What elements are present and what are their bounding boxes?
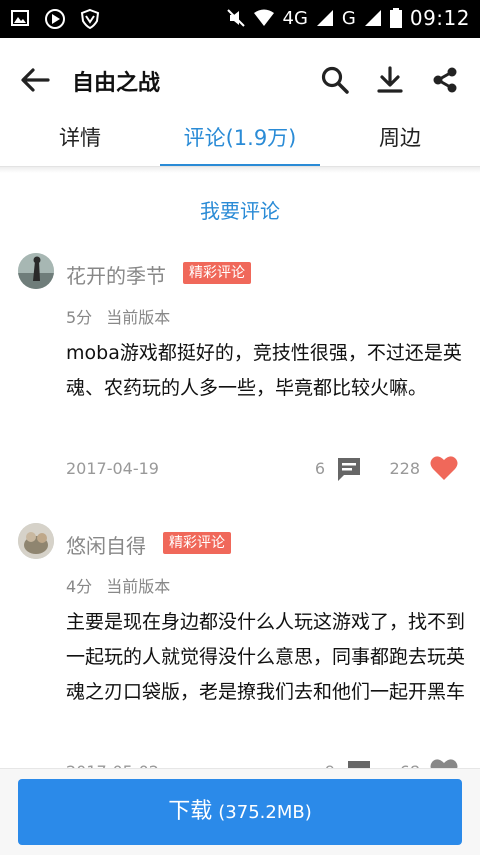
shield-notification-icon [80, 8, 100, 30]
back-arrow-icon[interactable] [18, 65, 52, 95]
download-size: (375.2MB) [218, 802, 312, 823]
play-store-notification-icon [45, 9, 65, 29]
featured-comment-badge: 精彩评论 [163, 532, 231, 554]
download-button[interactable]: 下载 (375.2MB) [18, 779, 462, 845]
tab-related[interactable]: 周边 [320, 120, 480, 168]
featured-comment-badge: 精彩评论 [183, 262, 251, 284]
signal-icon [316, 10, 333, 26]
app-bar: 自由之战 [0, 38, 480, 120]
username[interactable]: 花开的季节 [66, 260, 166, 289]
comment-meta: 4分 当前版本 [66, 573, 170, 597]
avatar-image [18, 523, 54, 559]
version-label: 当前版本 [106, 308, 171, 327]
wifi-icon [253, 9, 274, 26]
network-type: 4G [282, 7, 308, 29]
search-icon[interactable] [320, 65, 350, 95]
rating-score: 5分 [66, 308, 93, 327]
comment-meta: 5分 当前版本 [66, 304, 170, 328]
status-bar: 4G G 09:12 [0, 0, 480, 38]
clock: 09:12 [409, 6, 470, 30]
comment-text: 主要是现在身边都没什么人玩这游戏了，找不到一起玩的人就觉得没什么意思，同事都跑去… [66, 611, 466, 703]
image-notification-icon [11, 10, 29, 26]
tab-comments[interactable]: 评论(1.9万) [160, 120, 320, 168]
avatar[interactable] [18, 253, 54, 289]
version-label: 当前版本 [106, 577, 171, 596]
mute-icon [226, 9, 245, 27]
share-icon[interactable] [430, 65, 460, 95]
comment-date: 2017-04-19 [66, 459, 159, 478]
download-bar: 下载 (375.2MB) [0, 768, 480, 855]
username[interactable]: 悠闲自得 [66, 530, 146, 559]
status-left-icons [10, 8, 100, 30]
page-title: 自由之战 [72, 71, 161, 96]
reply-count: 6 [314, 459, 325, 478]
rating-score: 4分 [66, 577, 93, 596]
like-count: 228 [389, 459, 420, 478]
avatar[interactable] [18, 523, 54, 559]
status-right-icons: 4G G 09:12 [226, 6, 471, 30]
comment-text: moba游戏都挺好的，竞技性很强，不过还是英魂、农药玩的人多一些，毕竟都比较火嘛… [66, 342, 462, 399]
tab-details[interactable]: 详情 [0, 120, 160, 168]
heart-icon[interactable] [430, 455, 458, 481]
download-label: 下载 [168, 799, 213, 824]
write-comment-link[interactable]: 我要评论 [0, 195, 480, 224]
reply-comment-icon[interactable] [336, 456, 362, 482]
tabs-shadow [0, 167, 480, 173]
tab-bar: 详情 评论(1.9万) 周边 [0, 120, 480, 168]
network-type-2: G [341, 7, 356, 29]
download-icon[interactable] [375, 65, 405, 95]
signal-icon-2 [364, 10, 381, 26]
battery-icon [389, 8, 402, 28]
avatar-image [18, 253, 54, 289]
